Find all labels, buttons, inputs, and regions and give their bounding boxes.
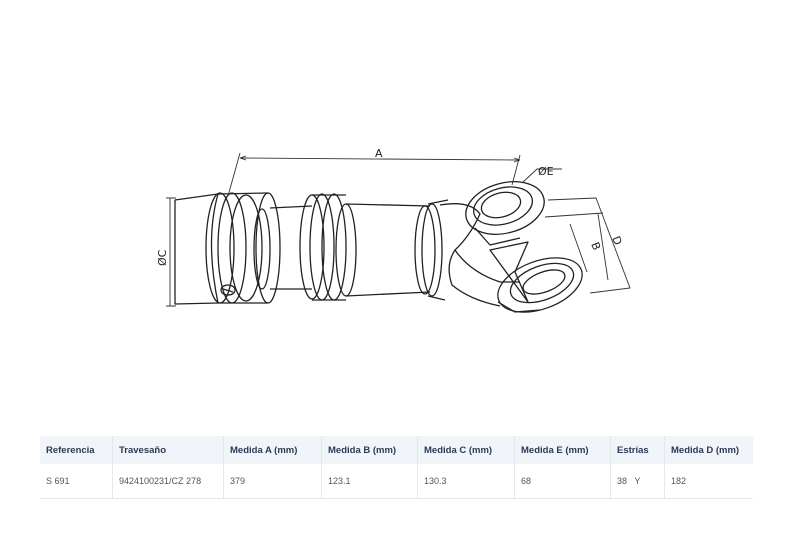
dimension-label-b: B: [588, 240, 603, 252]
cell-medida-c: 130.3: [417, 464, 515, 499]
dimension-label-d: D: [609, 234, 624, 247]
header-medida-e: Medida E (mm): [514, 436, 611, 464]
cell-estrias: 38 Y: [610, 464, 665, 499]
dimension-label-a: A: [375, 147, 383, 160]
specs-table: Referencia Travesaño Medida A (mm) Medid…: [40, 436, 753, 499]
header-medida-d: Medida D (mm): [664, 436, 753, 464]
cell-medida-e: 68: [514, 464, 611, 499]
shaft-outline: [174, 181, 583, 313]
header-medida-a: Medida A (mm): [223, 436, 322, 464]
cell-medida-a: 379: [223, 464, 322, 499]
driveshaft-diagram: A ØC ØE B D: [156, 147, 631, 313]
cell-referencia: S 691: [40, 464, 113, 499]
header-medida-b: Medida B (mm): [321, 436, 418, 464]
cell-medida-d: 182: [664, 464, 753, 499]
cell-medida-b: 123.1: [321, 464, 418, 499]
table-header-row: Referencia Travesaño Medida A (mm) Medid…: [40, 436, 753, 464]
header-referencia: Referencia: [40, 436, 113, 464]
header-medida-c: Medida C (mm): [417, 436, 515, 464]
table-row: S 691 9424100231/CZ 278 379 123.1 130.3 …: [40, 464, 753, 499]
header-estrias: Estrías: [610, 436, 665, 464]
header-travesano: Travesaño: [112, 436, 224, 464]
dimension-label-c: ØC: [156, 249, 169, 266]
cell-travesano: 9424100231/CZ 278: [112, 464, 224, 499]
dimension-label-e: ØE: [538, 165, 554, 178]
